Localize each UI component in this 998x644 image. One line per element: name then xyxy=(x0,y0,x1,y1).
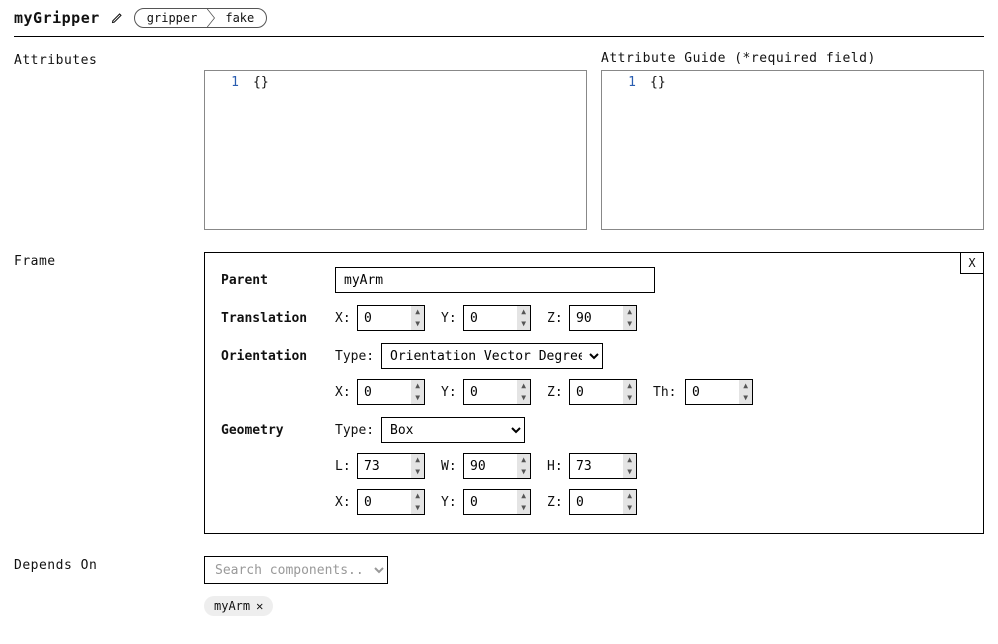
guide-content: {} xyxy=(644,71,983,229)
orient-z-label: Z: xyxy=(547,385,563,400)
stepper-down-icon[interactable]: ▼ xyxy=(623,318,636,330)
stepper-up-icon[interactable]: ▲ xyxy=(411,490,424,502)
stepper-up-icon[interactable]: ▲ xyxy=(517,490,530,502)
stepper-up-icon[interactable]: ▲ xyxy=(739,380,752,392)
breadcrumb-gripper[interactable]: gripper xyxy=(135,9,208,27)
frame-parent-input[interactable] xyxy=(335,267,655,293)
geom-type-select[interactable]: Box xyxy=(381,417,525,443)
section-label-frame: Frame xyxy=(14,252,204,269)
stepper-down-icon[interactable]: ▼ xyxy=(411,466,424,478)
section-label-attributes: Attributes xyxy=(14,51,204,68)
stepper-down-icon[interactable]: ▼ xyxy=(517,502,530,514)
geom-z-input[interactable]: ▲▼ xyxy=(569,489,637,515)
trans-x-label: X: xyxy=(335,311,351,326)
stepper-down-icon[interactable]: ▼ xyxy=(623,392,636,404)
geom-w-label: W: xyxy=(441,459,457,474)
geom-y-label: Y: xyxy=(441,495,457,510)
stepper-down-icon[interactable]: ▼ xyxy=(517,466,530,478)
trans-y-input[interactable]: ▲▼ xyxy=(463,305,531,331)
pencil-icon[interactable] xyxy=(110,11,124,25)
stepper-up-icon[interactable]: ▲ xyxy=(411,454,424,466)
geom-h-label: H: xyxy=(547,459,563,474)
chevron-right-icon xyxy=(207,8,215,28)
frame-section: Frame X Parent Translation X: xyxy=(14,252,984,534)
stepper-down-icon[interactable]: ▼ xyxy=(517,392,530,404)
frame-geometry-label: Geometry xyxy=(221,423,335,438)
orient-x-input[interactable]: ▲▼ xyxy=(357,379,425,405)
dependency-chip-label: myArm xyxy=(214,599,250,613)
orient-th-input[interactable]: ▲▼ xyxy=(685,379,753,405)
chip-remove-icon[interactable]: ✕ xyxy=(256,599,263,613)
stepper-up-icon[interactable]: ▲ xyxy=(623,490,636,502)
stepper-down-icon[interactable]: ▼ xyxy=(623,466,636,478)
close-icon: X xyxy=(968,256,975,270)
orient-type-label: Type: xyxy=(335,349,375,364)
trans-z-label: Z: xyxy=(547,311,563,326)
trans-z-input[interactable]: ▲▼ xyxy=(569,305,637,331)
geom-w-input[interactable]: ▲▼ xyxy=(463,453,531,479)
stepper-up-icon[interactable]: ▲ xyxy=(517,454,530,466)
stepper-down-icon[interactable]: ▼ xyxy=(623,502,636,514)
frame-parent-label: Parent xyxy=(221,273,335,288)
stepper-up-icon[interactable]: ▲ xyxy=(623,380,636,392)
attributes-gutter: 1 xyxy=(205,71,247,229)
attributes-editor[interactable]: 1 {} xyxy=(204,70,587,230)
stepper-down-icon[interactable]: ▼ xyxy=(411,502,424,514)
stepper-down-icon[interactable]: ▼ xyxy=(411,318,424,330)
stepper-up-icon[interactable]: ▲ xyxy=(411,380,424,392)
orient-type-select[interactable]: Orientation Vector Degrees xyxy=(381,343,603,369)
geom-y-input[interactable]: ▲▼ xyxy=(463,489,531,515)
header-bar: myGripper gripper fake xyxy=(14,8,984,37)
orient-z-input[interactable]: ▲▼ xyxy=(569,379,637,405)
stepper-down-icon[interactable]: ▼ xyxy=(739,392,752,404)
component-title: myGripper xyxy=(14,9,100,27)
frame-translation-label: Translation xyxy=(221,311,335,326)
depends-select[interactable]: Search components... xyxy=(204,556,388,584)
section-label-depends: Depends On xyxy=(14,556,204,573)
stepper-up-icon[interactable]: ▲ xyxy=(517,306,530,318)
orient-y-input[interactable]: ▲▼ xyxy=(463,379,531,405)
attribute-guide-editor: 1 {} xyxy=(601,70,984,230)
stepper-up-icon[interactable]: ▲ xyxy=(623,306,636,318)
geom-l-input[interactable]: ▲▼ xyxy=(357,453,425,479)
trans-x-input[interactable]: ▲▼ xyxy=(357,305,425,331)
guide-gutter: 1 xyxy=(602,71,644,229)
breadcrumb-fake[interactable]: fake xyxy=(215,9,266,27)
trans-y-label: Y: xyxy=(441,311,457,326)
stepper-up-icon[interactable]: ▲ xyxy=(623,454,636,466)
geom-h-input[interactable]: ▲▼ xyxy=(569,453,637,479)
stepper-down-icon[interactable]: ▼ xyxy=(411,392,424,404)
stepper-up-icon[interactable]: ▲ xyxy=(517,380,530,392)
attributes-content[interactable]: {} xyxy=(247,71,586,229)
geom-z-label: Z: xyxy=(547,495,563,510)
geom-x-input[interactable]: ▲▼ xyxy=(357,489,425,515)
attribute-guide-label: Attribute Guide (*required field) xyxy=(601,51,984,66)
attributes-section: Attributes . 1 {} Attribute Guide (*requ… xyxy=(14,51,984,230)
geom-l-label: L: xyxy=(335,459,351,474)
geom-x-label: X: xyxy=(335,495,351,510)
dependency-chip: myArm ✕ xyxy=(204,596,273,616)
frame-orientation-label: Orientation xyxy=(221,349,335,364)
orient-x-label: X: xyxy=(335,385,351,400)
orient-y-label: Y: xyxy=(441,385,457,400)
breadcrumb: gripper fake xyxy=(134,8,267,28)
frame-panel: X Parent Translation X: ▲▼ xyxy=(204,252,984,534)
stepper-down-icon[interactable]: ▼ xyxy=(517,318,530,330)
close-button[interactable]: X xyxy=(960,252,984,274)
stepper-up-icon[interactable]: ▲ xyxy=(411,306,424,318)
depends-on-section: Depends On Search components... myArm ✕ xyxy=(14,556,984,616)
geom-type-label: Type: xyxy=(335,423,375,438)
orient-th-label: Th: xyxy=(653,385,679,400)
